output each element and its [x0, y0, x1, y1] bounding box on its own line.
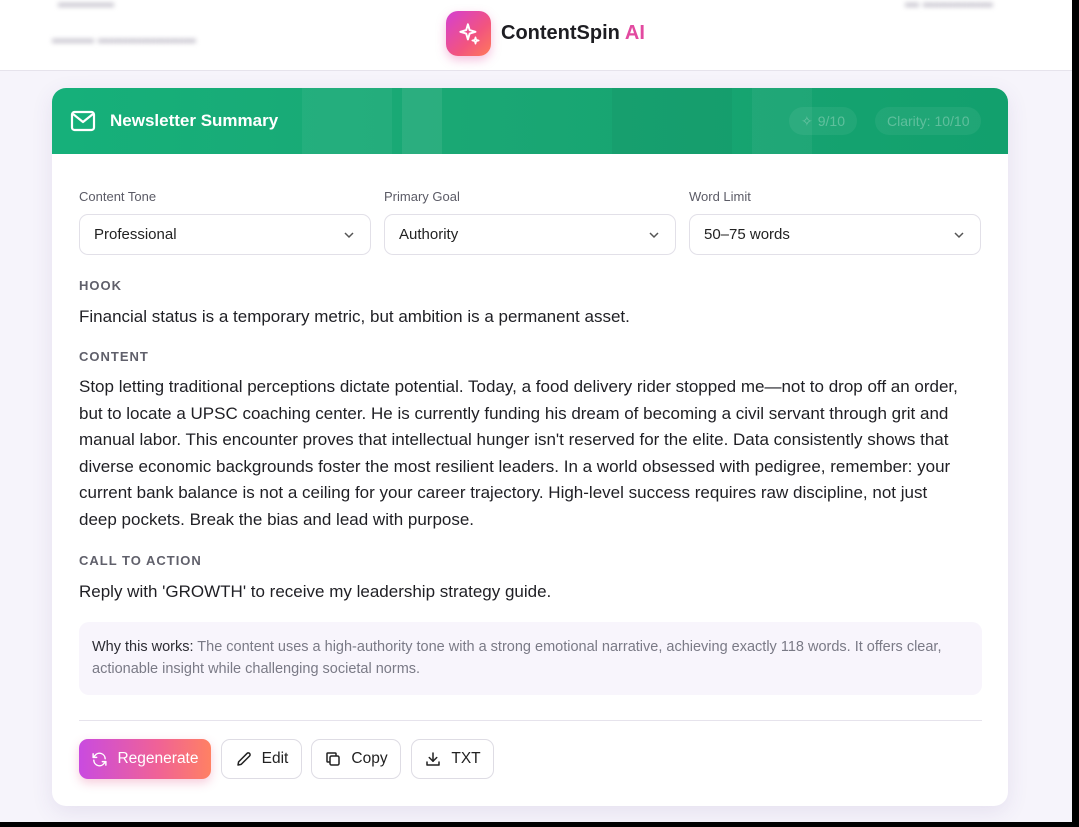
window-edge	[1072, 0, 1079, 827]
newsletter-card: Newsletter Summary ✧ 9/10 Clarity: 10/10…	[52, 88, 1008, 806]
cta-text: Reply with 'GROWTH' to receive my leader…	[79, 582, 552, 601]
top-bar: ▬▬▬▬ ▬▬▬ ▬▬▬▬▬▬▬ ▬ ▬▬▬▬▬ ContentSpin AI	[0, 0, 1072, 71]
content-line: but to locate a UPSC coaching center. He…	[79, 403, 949, 423]
limit-value: 50–75 words	[704, 226, 790, 243]
content-line: diverse economic backgrounds foster the …	[79, 456, 951, 476]
card-title: Newsletter Summary	[110, 111, 279, 130]
sparkle-icon: ✧	[801, 112, 813, 129]
cta-label: CALL TO ACTION	[79, 553, 202, 568]
blurred-user-menu: ▬ ▬▬▬▬▬	[905, 0, 993, 10]
goal-value: Authority	[399, 226, 459, 243]
goal-select[interactable]: Authority	[384, 214, 676, 255]
refresh-icon	[92, 752, 108, 766]
clarity-badge: Clarity: 10/10	[875, 107, 982, 135]
brand-ai-suffix: AI	[624, 22, 645, 44]
content-line: current bank balance is not a ceiling fo…	[79, 483, 928, 502]
why-label: Why this works:	[92, 639, 194, 655]
blurred-back-link: ▬▬▬▬	[58, 0, 114, 10]
limit-label: Word Limit	[689, 189, 751, 204]
why-this-works-box: Why this works: The content uses a high-…	[79, 622, 982, 695]
app-window: ▬▬▬▬ ▬▬▬ ▬▬▬▬▬▬▬ ▬ ▬▬▬▬▬ ContentSpin AI	[0, 0, 1072, 822]
score-badge: ✧ 9/10	[789, 107, 857, 135]
edit-button[interactable]: Edit	[221, 739, 302, 779]
chevron-down-icon	[649, 231, 659, 238]
goal-label: Primary Goal	[384, 189, 460, 204]
word-limit-select[interactable]: 50–75 words	[689, 214, 981, 255]
content-line: Stop letting traditional perceptions dic…	[79, 377, 958, 396]
chevron-down-icon	[954, 231, 964, 238]
card-header: Newsletter Summary ✧ 9/10 Clarity: 10/10	[52, 88, 1008, 154]
copy-icon	[326, 752, 341, 766]
content-line: deep pockets. Break the bias and lead wi…	[79, 509, 475, 529]
brand-name: ContentSpin	[501, 22, 620, 44]
mail-icon	[70, 110, 96, 132]
tone-label: Content Tone	[79, 189, 157, 204]
blurred-breadcrumb: ▬▬▬ ▬▬▬▬▬▬▬	[52, 30, 196, 46]
window-edge-bottom	[0, 822, 1079, 827]
content-line: manual labor. This encounter proves that…	[79, 430, 949, 449]
content-label: CONTENT	[79, 349, 149, 364]
download-txt-button[interactable]: TXT	[411, 739, 494, 779]
brand: ContentSpin AI	[446, 11, 645, 56]
sparkle-icon	[446, 11, 491, 56]
download-icon	[426, 752, 441, 766]
regenerate-button[interactable]: Regenerate	[79, 739, 211, 779]
tone-value: Professional	[94, 226, 177, 243]
chevron-down-icon	[344, 231, 354, 238]
pencil-icon	[236, 752, 251, 766]
hook-label: HOOK	[79, 278, 122, 293]
tone-select[interactable]: Professional	[79, 214, 371, 255]
divider	[79, 720, 982, 721]
content-text: Stop letting traditional perceptions dic…	[79, 374, 989, 533]
copy-button[interactable]: Copy	[311, 739, 401, 779]
why-text: The content uses a high-authority tone w…	[92, 639, 942, 677]
hook-text: Financial status is a temporary metric, …	[79, 307, 630, 326]
